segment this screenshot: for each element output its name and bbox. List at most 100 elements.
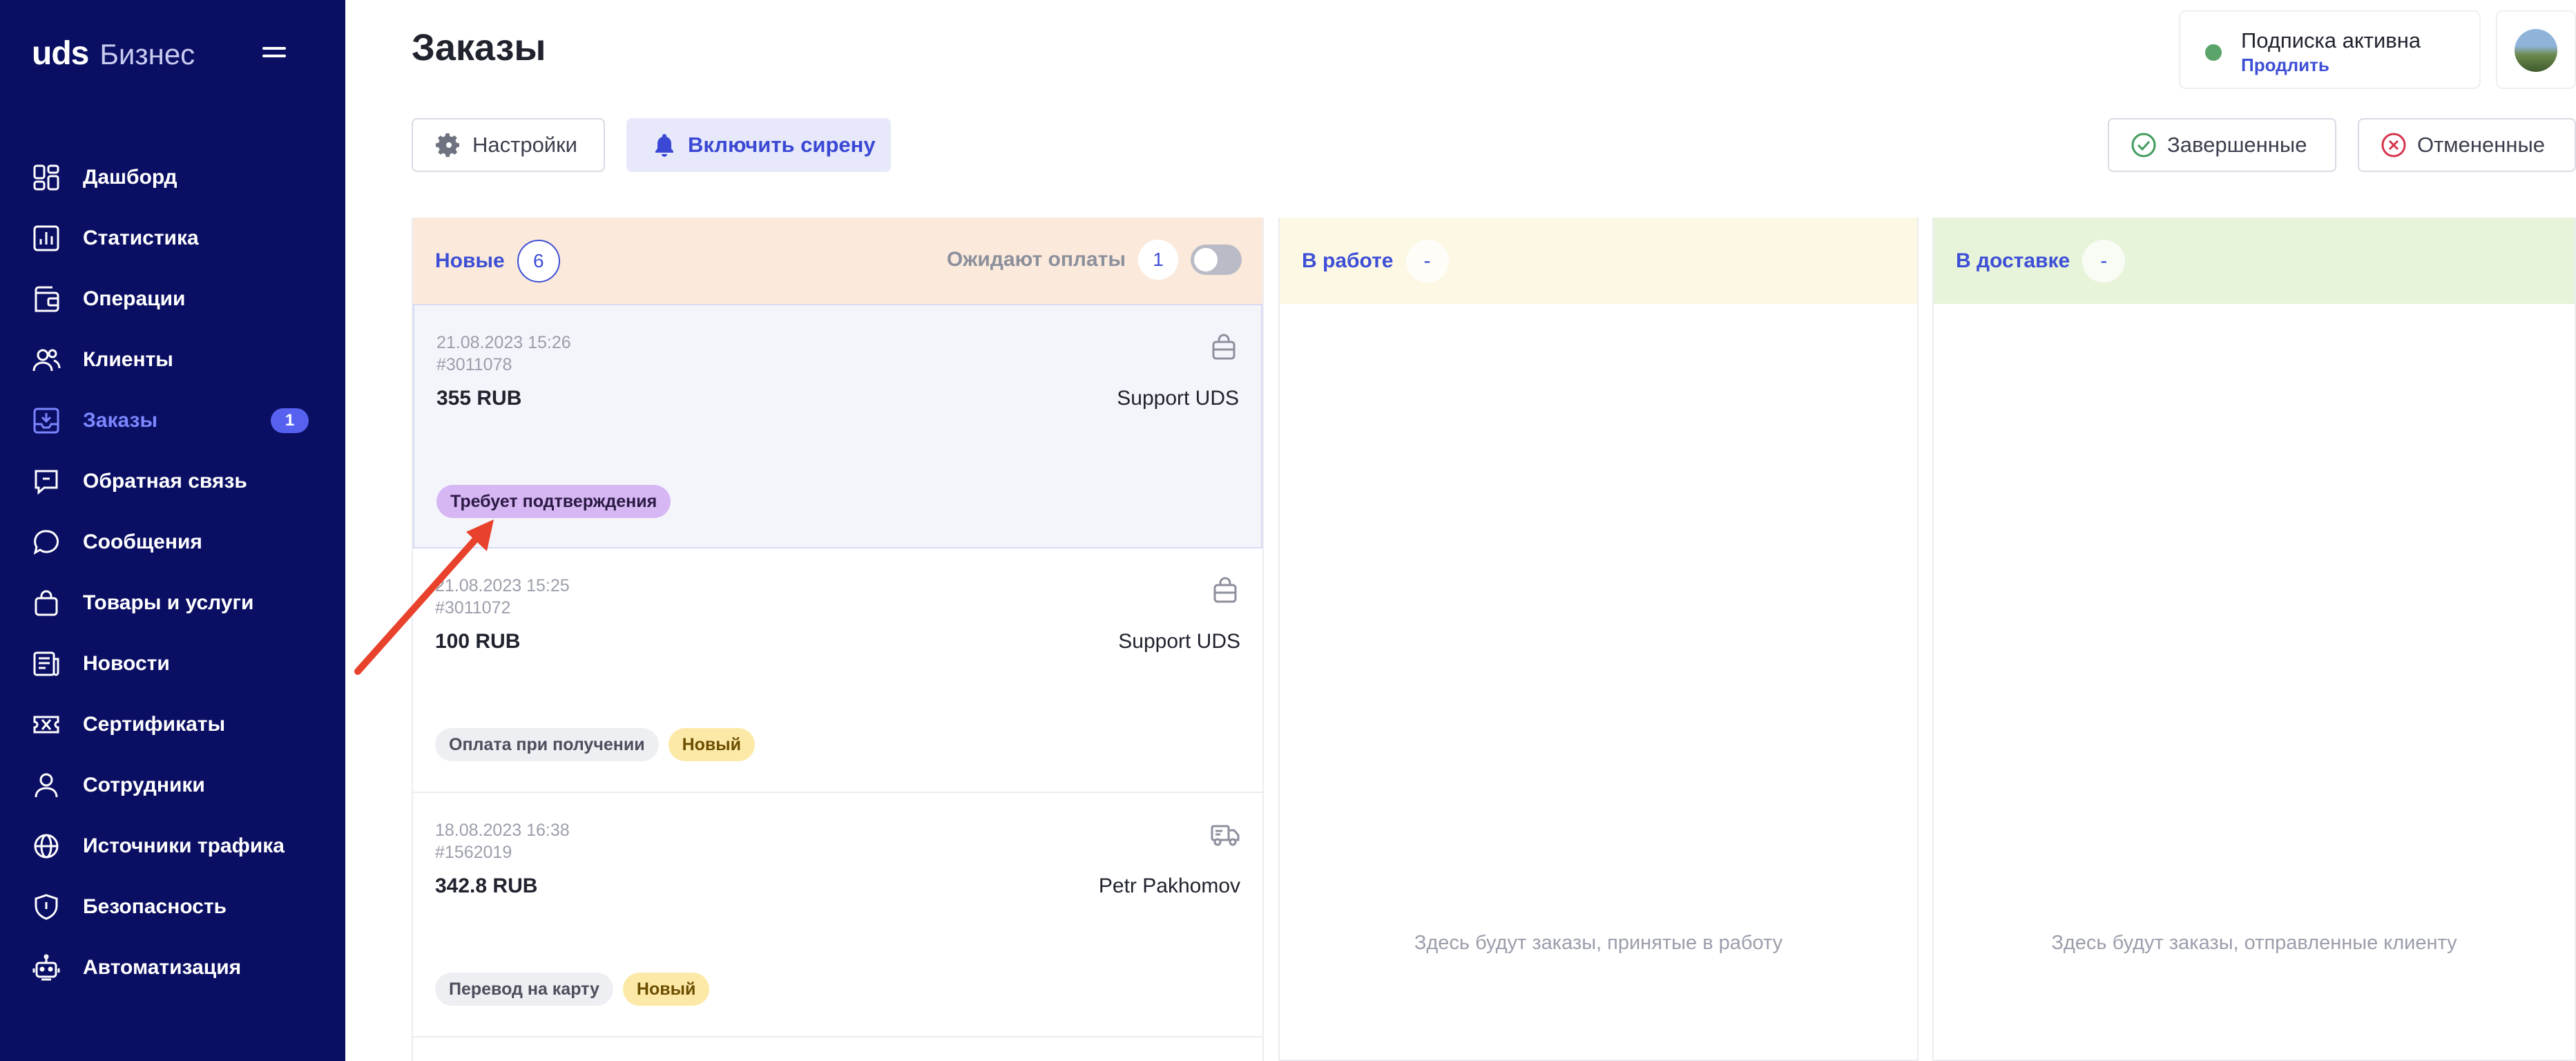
bag-icon	[1213, 577, 1237, 603]
sidebar-item-feedback[interactable]: Обратная связь	[0, 451, 345, 512]
inbox-icon	[32, 406, 61, 435]
column-header: Новые 6 Ожидают оплаты 1	[413, 218, 1262, 304]
order-card[interactable]: 21.08.2023 15:25 #3011072 100 RUB Suppor…	[413, 548, 1262, 793]
sidebar-item-label: Источники трафика	[83, 834, 285, 857]
page-title: Заказы	[412, 27, 546, 68]
sidebar-item-staff[interactable]: Сотрудники	[0, 755, 345, 816]
column-header: В доставке -	[1934, 218, 2575, 304]
sidebar-item-security[interactable]: Безопасность	[0, 877, 345, 937]
sidebar-item-orders[interactable]: Заказы 1	[0, 390, 345, 451]
status-badge: Новый	[668, 728, 755, 761]
order-date: 18.08.2023 16:38	[435, 821, 570, 840]
cancelled-orders-button[interactable]: Отмененные	[2358, 118, 2576, 172]
sidebar-item-label: Операции	[83, 287, 186, 310]
column-title: В работе	[1302, 249, 1394, 272]
sidebar-item-messages[interactable]: Сообщения	[0, 512, 345, 573]
sidebar-item-goods[interactable]: Товары и услуги	[0, 573, 345, 633]
sidebar-item-label: Обратная связь	[83, 470, 247, 493]
globe-icon	[32, 832, 61, 861]
sidebar-item-label: Товары и услуги	[83, 591, 254, 614]
sidebar-item-label: Сертификаты	[83, 713, 226, 736]
sidebar-item-label: Дашборд	[83, 166, 177, 189]
check-circle-icon	[2131, 133, 2156, 157]
feedback-icon	[32, 467, 61, 496]
sidebar-item-clients[interactable]: Клиенты	[0, 329, 345, 390]
order-client: Support UDS	[1117, 387, 1239, 410]
bag-icon	[1212, 334, 1236, 360]
menu-toggle-icon[interactable]	[262, 47, 286, 62]
column-count-badge: -	[2082, 239, 2126, 283]
payment-badge: Оплата при получении	[435, 728, 659, 761]
user-menu[interactable]	[2496, 10, 2576, 89]
gear-icon	[436, 133, 459, 157]
sidebar-item-statistics[interactable]: Статистика	[0, 208, 345, 269]
order-tags: Оплата при получении Новый	[435, 728, 765, 761]
order-card[interactable]: 21.08.2023 15:26 #3011078 355 RUB Suppor…	[413, 304, 1262, 548]
order-tags: Перевод на карту Новый	[435, 973, 719, 1006]
subscription-status: Подписка активна Продлить	[2179, 10, 2481, 89]
column-delivery: В доставке - Здесь будут заказы, отправл…	[1932, 218, 2576, 1061]
sidebar-item-certificates[interactable]: Сертификаты	[0, 694, 345, 755]
sidebar-item-label: Сотрудники	[83, 774, 205, 796]
toggle-knob	[1194, 248, 1218, 271]
sidebar-nav: Дашборд Статистика Операции Клиенты Зака…	[0, 147, 345, 998]
bag-icon	[32, 589, 61, 618]
column-count-badge: -	[1405, 239, 1449, 283]
bell-icon	[655, 134, 673, 157]
awaiting-payment-count: 1	[1138, 240, 1178, 280]
status-dot	[2205, 44, 2222, 61]
siren-button-label: Включить сирену	[688, 133, 876, 157]
awaiting-payment-filter: Ожидают оплаты 1	[947, 240, 1242, 280]
settings-button-label: Настройки	[472, 133, 578, 157]
orders-count-badge: 1	[271, 408, 309, 433]
settings-button[interactable]: Настройки	[412, 118, 605, 172]
sidebar-item-dashboard[interactable]: Дашборд	[0, 147, 345, 208]
brand-logo[interactable]: uds Бизнес	[32, 35, 195, 73]
order-id: #1562019	[435, 843, 512, 862]
completed-button-label: Завершенные	[2167, 133, 2307, 157]
status-badge: Новый	[622, 973, 710, 1006]
column-title: В доставке	[1956, 249, 2070, 272]
payment-badge: Перевод на карту	[435, 973, 613, 1006]
dashboard-icon	[32, 163, 61, 192]
annotation-arrow	[354, 519, 494, 675]
order-date: 21.08.2023 15:26	[436, 333, 571, 352]
sidebar-item-label: Заказы	[83, 409, 158, 432]
brand-primary: uds	[32, 35, 89, 72]
sidebar-item-label: Автоматизация	[83, 956, 242, 979]
cancel-circle-icon	[2381, 133, 2406, 157]
sidebar-item-news[interactable]: Новости	[0, 633, 345, 694]
order-card[interactable]: 18.08.2023 16:38 #1562019 342.8 RUB Petr…	[413, 793, 1262, 1038]
delivery-truck-icon	[1211, 825, 1240, 846]
order-card[interactable]	[413, 1038, 1262, 1061]
news-icon	[32, 649, 61, 678]
order-id: #3011078	[436, 355, 512, 374]
sidebar-item-operations[interactable]: Операции	[0, 269, 345, 329]
order-sum: 342.8 RUB	[435, 874, 538, 897]
completed-orders-button[interactable]: Завершенные	[2108, 118, 2336, 172]
brand-secondary: Бизнес	[99, 38, 195, 70]
sidebar: uds Бизнес Дашборд Статистика Операции К…	[0, 0, 345, 1061]
column-new-orders: Новые 6 Ожидают оплаты 1 21.08.2023 15:2…	[412, 218, 1264, 1061]
order-client: Petr Pakhomov	[1098, 874, 1240, 897]
robot-icon	[32, 953, 61, 982]
column-in-work: В работе - Здесь будут заказы, принятые …	[1278, 218, 1919, 1061]
siren-button[interactable]: Включить сирену	[626, 118, 891, 172]
sidebar-item-label: Клиенты	[83, 348, 173, 371]
column-title: Новые	[435, 249, 505, 272]
renew-link[interactable]: Продлить	[2241, 55, 2329, 76]
cancelled-button-label: Отмененные	[2417, 133, 2545, 157]
sidebar-item-label: Безопасность	[83, 895, 227, 918]
column-count-badge: 6	[517, 239, 560, 283]
order-sum: 355 RUB	[436, 387, 522, 410]
chart-icon	[32, 224, 61, 253]
shield-icon	[32, 892, 61, 921]
users-icon	[32, 345, 61, 374]
sidebar-item-automation[interactable]: Автоматизация	[0, 937, 345, 998]
sidebar-item-traffic-sources[interactable]: Источники трафика	[0, 816, 345, 877]
avatar	[2515, 29, 2557, 72]
sidebar-item-label: Сообщения	[83, 530, 202, 553]
wallet-icon	[32, 285, 61, 314]
person-icon	[32, 771, 61, 800]
awaiting-payment-toggle[interactable]	[1191, 245, 1242, 275]
